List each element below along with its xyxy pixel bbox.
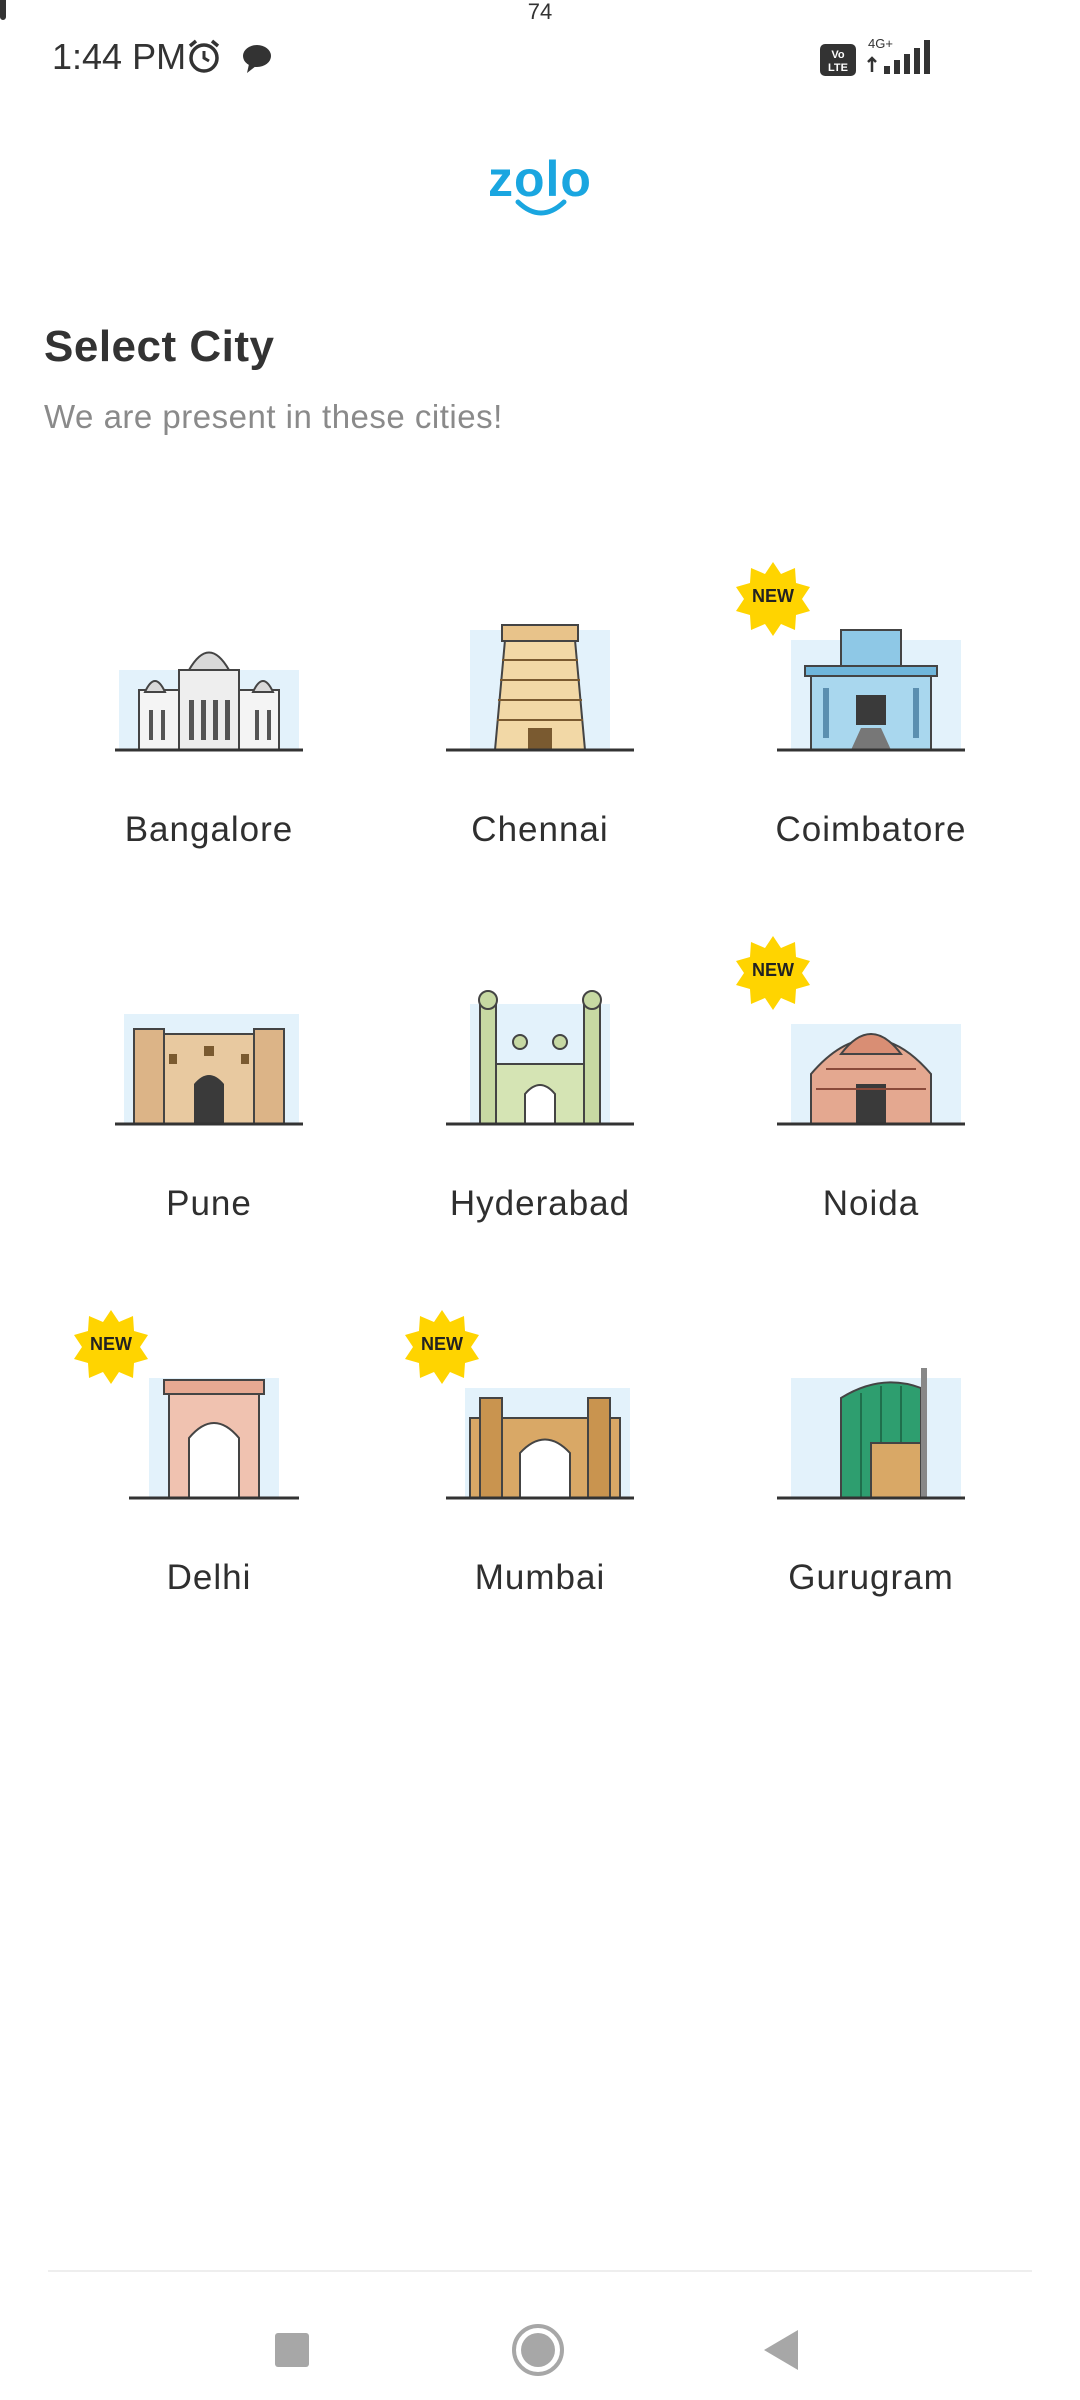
new-badge-label: NEW	[90, 1334, 132, 1354]
page-subtitle: We are present in these cities!	[44, 398, 503, 435]
system-nav-bar	[0, 2290, 1080, 2400]
logo-smile-icon	[515, 199, 567, 216]
chennai-illustration	[446, 624, 634, 752]
back-icon[interactable]	[752, 2320, 812, 2380]
home-icon[interactable]	[508, 2320, 568, 2380]
city-gurugram[interactable]: Gurugram	[706, 1308, 1036, 1638]
page-title: Select City	[44, 322, 275, 371]
recent-apps-icon[interactable]	[262, 2320, 322, 2380]
hyderabad-illustration	[446, 990, 634, 1126]
new-badge: NEW	[734, 560, 812, 638]
svg-text:LTE: LTE	[828, 62, 848, 74]
city-name: Gurugram	[788, 1558, 954, 1597]
battery-icon: 74	[0, 0, 552, 24]
city-name: Hyderabad	[449, 1184, 631, 1223]
city-chennai[interactable]: Chennai	[375, 560, 705, 890]
status-time: 1:44 PM	[52, 36, 187, 77]
city-name: Delhi	[166, 1558, 252, 1597]
city-hyderabad[interactable]: Hyderabad	[375, 934, 705, 1264]
status-bar: 1:44 PM Vo LTE 4G+ 74	[0, 0, 1080, 120]
city-pune[interactable]: Pune	[44, 934, 374, 1264]
network-label: 4G+	[868, 36, 893, 51]
city-bangalore[interactable]: Bangalore	[44, 560, 374, 890]
pune-illustration	[115, 1014, 303, 1126]
alarm-icon	[184, 36, 224, 81]
volte-icon: Vo LTE	[820, 44, 856, 81]
city-name: Bangalore	[124, 810, 294, 849]
city-name: Mumbai	[474, 1558, 606, 1597]
gurugram-illustration	[777, 1368, 965, 1500]
new-badge-label: NEW	[421, 1334, 463, 1354]
signal-icon: 4G+	[866, 36, 936, 81]
bangalore-illustration	[115, 651, 303, 752]
city-noida[interactable]: NEW Noida	[706, 934, 1036, 1264]
battery-level: 74	[527, 0, 553, 24]
new-badge-label: NEW	[752, 960, 794, 980]
app-logo: zolo	[0, 150, 1080, 216]
city-coimbatore[interactable]: NEW Coimbatore	[706, 560, 1036, 890]
city-name: Coimbatore	[775, 810, 967, 849]
svg-text:Vo: Vo	[831, 49, 845, 61]
city-name: Pune	[166, 1184, 252, 1223]
city-mumbai[interactable]: NEW Mumbai	[375, 1308, 705, 1638]
city-name: Chennai	[471, 810, 609, 849]
city-delhi[interactable]: NEW Delhi	[44, 1308, 374, 1638]
new-badge: NEW	[734, 934, 812, 1012]
new-badge-label: NEW	[752, 586, 794, 606]
chat-icon	[240, 42, 274, 81]
new-badge: NEW	[403, 1308, 481, 1386]
new-badge: NEW	[72, 1308, 150, 1386]
city-name: Noida	[822, 1184, 920, 1223]
nav-divider	[48, 2270, 1032, 2272]
